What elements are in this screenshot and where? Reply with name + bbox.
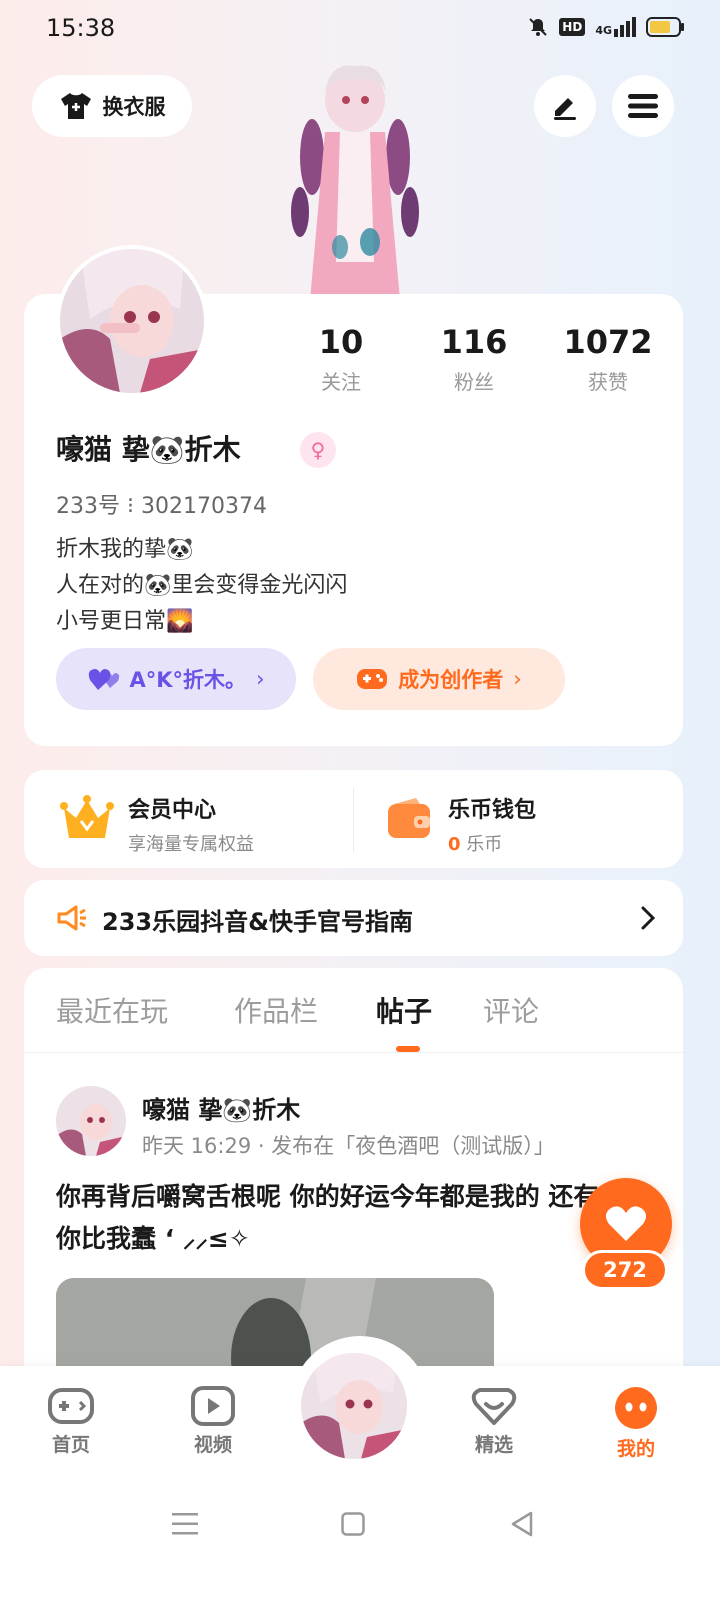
nav-home[interactable]: 首页 [26, 1386, 116, 1457]
gamepad-icon [357, 669, 388, 689]
wallet-unit: 乐币 [466, 834, 503, 855]
status-icons: HD 4G [527, 16, 686, 38]
become-creator-label: 成为创作者 [398, 668, 504, 692]
wallet-icon [388, 798, 430, 838]
avatar-image [60, 249, 204, 393]
profile-face-icon [615, 1387, 657, 1429]
back-triangle-icon[interactable] [510, 1511, 534, 1537]
stat-value: 116 [440, 323, 508, 361]
gamepad-icon [48, 1388, 94, 1424]
recent-apps-icon[interactable] [172, 1512, 198, 1536]
stat-followers[interactable]: 116 粉丝 [419, 322, 529, 395]
nav-me[interactable]: 我的 [591, 1386, 681, 1461]
tab-works[interactable]: 作品栏 [234, 990, 318, 1030]
tshirt-icon [60, 93, 91, 119]
wallet-text[interactable]: 乐币钱包 0 乐币 [448, 792, 536, 856]
avatar-character-figure[interactable] [270, 62, 440, 300]
wallet-title: 乐币钱包 [448, 798, 537, 823]
nav-video[interactable]: 视频 [168, 1386, 258, 1457]
system-navigation-bar [0, 1476, 720, 1600]
stat-value: 1072 [563, 323, 653, 361]
wallet[interactable] [386, 796, 432, 846]
nav-label: 我的 [616, 1438, 655, 1460]
divider [353, 788, 354, 852]
bio-line: 小号更日常🌄 [56, 609, 194, 634]
change-outfit-button[interactable]: 换衣服 [32, 75, 192, 137]
nav-label: 视频 [193, 1434, 232, 1456]
edit-pen-icon [554, 98, 576, 120]
stat-label: 获赞 [588, 370, 628, 394]
bio-line: 人在对的🐼里会变得金光闪闪 [56, 573, 348, 598]
female-gender-icon: ♀ [300, 432, 336, 468]
avatar-image [301, 1353, 407, 1459]
hd-icon: HD [559, 18, 586, 36]
double-heart-icon [88, 669, 119, 690]
nav-avatar-button[interactable] [298, 1350, 410, 1462]
tab-comments[interactable]: 评论 [483, 990, 539, 1030]
crown-icon [60, 795, 114, 838]
relationship-tag-button[interactable]: A°K°折木。 › [56, 648, 296, 710]
tab-recently-played[interactable]: 最近在玩 [56, 990, 168, 1030]
battery-icon [646, 17, 684, 37]
nav-label: 首页 [51, 1434, 90, 1456]
stat-label: 关注 [321, 370, 361, 394]
edit-profile-button[interactable] [534, 75, 596, 137]
become-creator-button[interactable]: 成为创作者 › [313, 648, 565, 710]
chevron-right-icon [641, 906, 656, 930]
network-type: 4G [595, 24, 612, 37]
bio-line: 折木我的挚🐼 [56, 537, 194, 562]
menu-button[interactable] [612, 75, 674, 137]
change-outfit-label: 换衣服 [102, 95, 166, 119]
post-meta: 昨天 16:29 · 发布在「夜色酒吧（测试版）」 [142, 1134, 555, 1158]
like-count: 272 [582, 1250, 668, 1290]
membership-title: 会员中心 [128, 798, 217, 823]
wallet-amount: 0 [448, 834, 461, 855]
chevron-right-icon: › [513, 667, 522, 691]
profile-avatar[interactable] [56, 245, 208, 397]
bio: 折木我的挚🐼 人在对的🐼里会变得金光闪闪 小号更日常🌄 [56, 532, 347, 640]
stat-label: 粉丝 [454, 370, 494, 394]
notice-text: 233乐园抖音&快手官号指南 [102, 908, 414, 936]
relationship-tag-label: A°K°折木。 [129, 668, 247, 692]
megaphone-icon [57, 905, 86, 931]
membership-center[interactable] [60, 794, 114, 848]
nav-label: 精选 [474, 1434, 513, 1456]
hamburger-menu-icon [628, 94, 658, 118]
avatar-image [56, 1086, 126, 1156]
divider [24, 1052, 683, 1053]
stat-value: 10 [318, 323, 364, 361]
post-author-avatar[interactable] [56, 1086, 126, 1156]
heart-box-icon [471, 1388, 517, 1425]
post-author-name[interactable]: 嚎猫 挚🐼折木 [142, 1090, 300, 1125]
home-square-icon[interactable] [341, 1512, 365, 1536]
stat-likes[interactable]: 1072 获赞 [553, 322, 663, 395]
signal-icon: 4G [595, 17, 636, 37]
mute-bell-icon [529, 18, 548, 36]
nav-featured[interactable]: 精选 [449, 1386, 539, 1457]
membership-text[interactable]: 会员中心 享海量专属权益 [128, 792, 254, 856]
username: 嚎猫 挚🐼折木 [56, 433, 241, 466]
user-id[interactable]: 233号 ⁝ 302170374 [56, 488, 267, 520]
status-time: 15:38 [46, 14, 116, 42]
post-text[interactable]: 你再背后嚼窝舌根呢 你的好运今年都是我的 还有你比我蠢 ‘ ⸝⸝≤✧ [56, 1176, 616, 1260]
tab-posts[interactable]: 帖子 [376, 990, 432, 1030]
membership-subtitle: 享海量专属权益 [128, 834, 254, 855]
wallet-balance: 0 乐币 [448, 830, 536, 856]
video-play-icon [191, 1386, 235, 1426]
heart-icon [605, 1206, 647, 1241]
chevron-right-icon: › [256, 667, 265, 691]
stat-following[interactable]: 10 关注 [286, 322, 396, 395]
